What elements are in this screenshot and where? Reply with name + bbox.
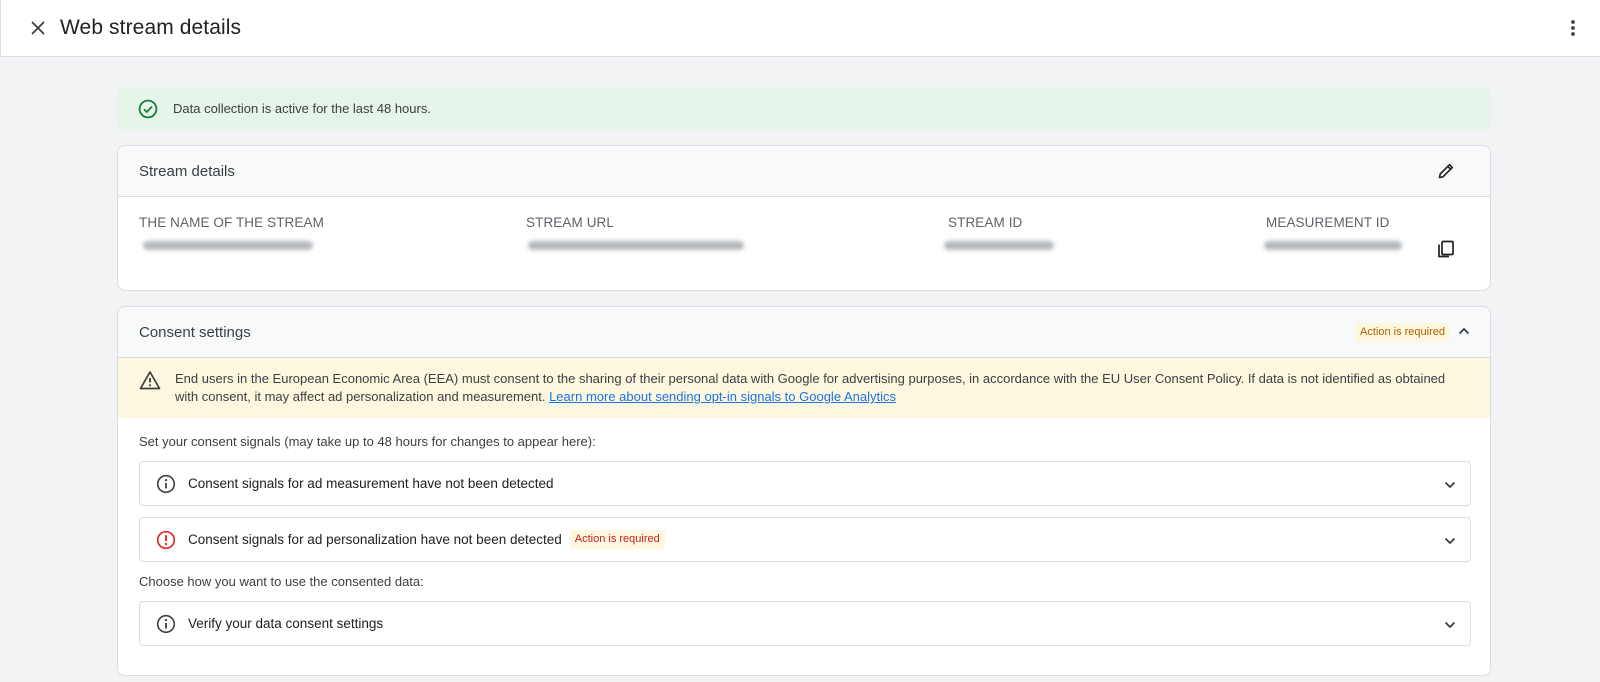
stream-details-card: Stream details THE NAME OF THE STREAM ST… [117,145,1491,291]
top-bar: Web stream details [0,0,1600,57]
info-icon [156,614,176,633]
consent-settings-card: Consent settings Action is required End … [117,306,1491,676]
more-options-button[interactable] [1560,15,1586,41]
expand-ad-personalization-button[interactable] [1440,531,1460,551]
main-content: Data collection is active for the last 4… [117,87,1491,676]
close-icon [31,21,45,35]
copy-icon [1438,240,1454,258]
stream-id-redacted-value [944,241,1054,250]
stream-url-redacted-value [528,241,744,250]
warning-triangle-icon [139,371,161,390]
page-title: Web stream details [60,16,242,39]
stream-details-title: Stream details [139,162,235,180]
chevron-up-icon [1458,327,1470,335]
chevron-down-icon [1444,481,1456,489]
status-text: Data collection is active for the last 4… [173,101,431,116]
stream-url-field: STREAM URL [526,215,744,250]
stream-name-label: THE NAME OF THE STREAM [139,215,324,230]
consent-settings-title: Consent settings [139,323,251,341]
verify-consent-settings-label: Verify your data consent settings [188,616,384,631]
info-icon [156,474,176,493]
ad-measurement-consent-label: Consent signals for ad measurement have … [188,476,554,491]
eea-consent-warning-banner: End users in the European Economic Area … [118,358,1490,418]
chevron-down-icon [1444,537,1456,545]
edit-stream-button[interactable] [1434,159,1458,183]
verify-consent-settings-accordion[interactable]: Verify your data consent settings [139,601,1471,646]
measurement-id-label: MEASUREMENT ID [1266,215,1390,230]
stream-id-field: STREAM ID [944,215,1054,250]
learn-more-opt-in-link[interactable]: Learn more about sending opt-in signals … [549,389,896,404]
close-button[interactable] [25,15,51,41]
measurement-id-redacted-value [1264,241,1402,250]
stream-name-redacted-value [143,241,313,250]
chevron-down-icon [1444,621,1456,629]
edit-pencil-icon [1438,163,1454,179]
ad-personalization-consent-label: Consent signals for ad personalization h… [188,532,562,547]
ad-personalization-consent-accordion[interactable]: Consent signals for ad personalization h… [139,517,1471,562]
more-vert-icon [1571,20,1575,36]
stream-id-label: STREAM ID [948,215,1023,230]
ad-measurement-consent-accordion[interactable]: Consent signals for ad measurement have … [139,461,1471,506]
stream-url-label: STREAM URL [526,215,615,230]
expand-ad-measurement-button[interactable] [1440,475,1460,495]
error-icon [156,530,176,549]
measurement-id-field: MEASUREMENT ID [1264,215,1402,250]
action-required-badge: Action is required [569,530,665,549]
consented-data-hint: Choose how you want to use the consented… [139,574,424,589]
copy-measurement-id-button[interactable] [1434,237,1458,261]
collapse-button[interactable] [1454,321,1474,341]
expand-verify-consent-button[interactable] [1440,615,1460,635]
consent-signals-hint: Set your consent signals (may take up to… [139,434,596,449]
action-required-badge: Action is required [1355,323,1450,342]
check-circle-icon [138,99,158,118]
stream-name-field: THE NAME OF THE STREAM [139,215,324,250]
consent-settings-header[interactable]: Consent settings Action is required [118,307,1490,358]
stream-details-header: Stream details [118,146,1490,197]
data-collection-status-banner: Data collection is active for the last 4… [117,87,1491,130]
